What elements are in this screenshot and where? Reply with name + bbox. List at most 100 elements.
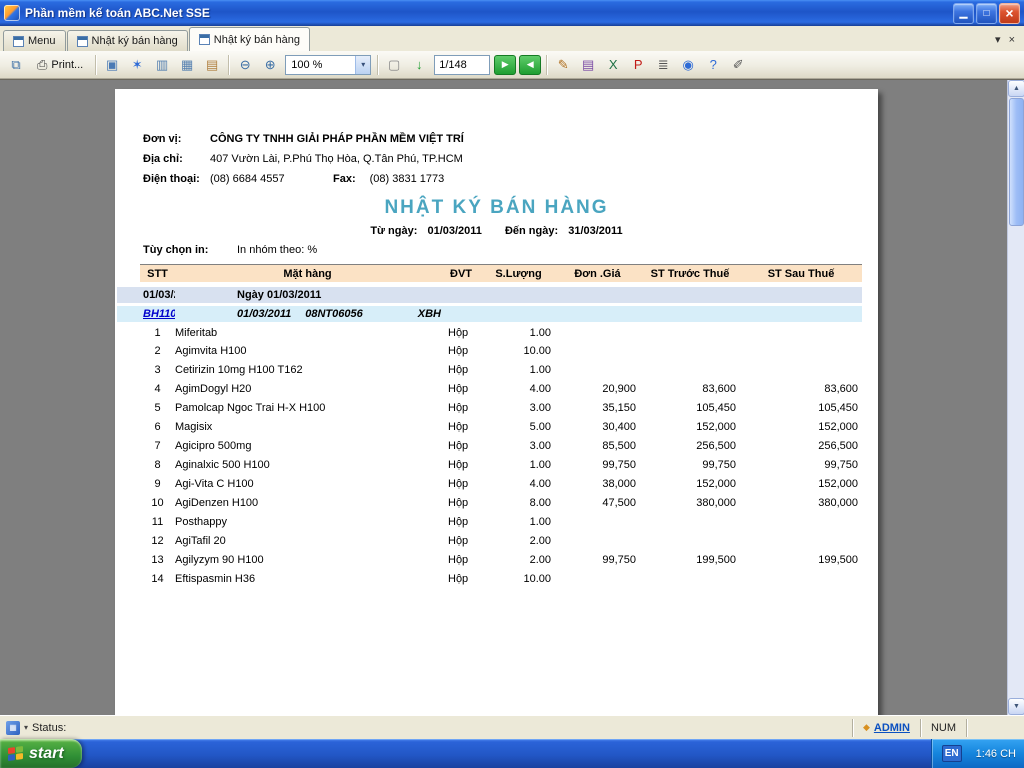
goto-page-button[interactable]: ↓: [407, 54, 431, 76]
item-qty: 1.00: [482, 361, 555, 380]
item-price: 35,150: [555, 399, 640, 418]
item-unit: Hộp: [440, 475, 482, 494]
item-qty: 2.00: [482, 551, 555, 570]
export-text-button[interactable]: ≣: [651, 54, 675, 76]
export-pdf-button[interactable]: P: [626, 54, 650, 76]
status-menu-arrow-icon[interactable]: ▾: [24, 723, 28, 732]
row-spacer: [117, 437, 140, 456]
tab-dropdown-button[interactable]: ▾: [995, 35, 1001, 46]
minimize-button[interactable]: ▁: [953, 3, 974, 24]
item-qty: 3.00: [482, 399, 555, 418]
company-address-line: Địa chỉ: 407 Vườn Lài, P.Phú Thọ Hòa, Q.…: [115, 149, 878, 169]
export-html-button[interactable]: ◉: [676, 54, 700, 76]
item-qty: 3.00: [482, 437, 555, 456]
item-qty: 10.00: [482, 342, 555, 361]
item-post-tax: 83,600: [740, 380, 862, 399]
row-spacer: [117, 361, 140, 380]
scrollbar-thumb[interactable]: [1009, 98, 1024, 226]
zoom-out-button[interactable]: ⊖: [233, 54, 257, 76]
export-excel-button[interactable]: X: [601, 54, 625, 76]
item-name: Pamolcap Ngoc Trai H-X H100: [175, 399, 440, 418]
title-bar: Phần mềm kế toán ABC.Net SSE ▁ □ ×: [0, 0, 1024, 26]
toolbar-separator: [546, 55, 547, 75]
copy-button[interactable]: ▣: [100, 54, 124, 76]
status-menu-icon[interactable]: ▦: [6, 721, 20, 735]
item-unit: Hộp: [440, 570, 482, 589]
zoom-in-button[interactable]: ⊕: [258, 54, 282, 76]
scroll-up-button[interactable]: ▲: [1008, 80, 1024, 97]
item-pre-tax: [640, 532, 740, 551]
tab-label: Nhật ký bán hàng: [92, 35, 178, 47]
taskbar: start EN 1:46 CH: [0, 739, 1024, 768]
maximize-button[interactable]: □: [976, 3, 997, 24]
item-price: [555, 532, 640, 551]
to-label: Đến ngày:: [505, 225, 558, 237]
row-spacer: [117, 456, 140, 475]
edit-button[interactable]: ✎: [551, 54, 575, 76]
item-unit: Hộp: [440, 399, 482, 418]
taskbar-clock: 1:46 CH: [976, 748, 1016, 760]
col-st-sau-thue: ST Sau Thuế: [740, 265, 862, 285]
page-background-button[interactable]: ▤: [200, 54, 224, 76]
item-stt: 1: [140, 323, 175, 342]
item-unit: Hộp: [440, 532, 482, 551]
item-row: 6MagisixHộp5.0030,400152,000152,000: [117, 418, 862, 437]
tab-nhat-ky-ban-hang-2[interactable]: Nhật ký bán hàng: [189, 27, 310, 51]
item-post-tax: [740, 361, 862, 380]
combo-dropdown-icon[interactable]: ▾: [355, 56, 370, 74]
snapshot-button[interactable]: ▢: [382, 54, 406, 76]
print-button[interactable]: ⎙Print...: [29, 54, 91, 76]
company-phone-line: Điện thoại: (08) 6684 4557 Fax: (08) 383…: [115, 169, 878, 189]
help-button[interactable]: ?: [701, 54, 725, 76]
close-button[interactable]: ×: [999, 3, 1020, 24]
prev-page-button[interactable]: ◀: [519, 55, 541, 75]
vertical-scrollbar[interactable]: ▲ ▼: [1007, 80, 1024, 715]
export-pdf-icon: P: [634, 58, 643, 71]
document-map-button[interactable]: ⧉: [4, 54, 28, 76]
item-pre-tax: [640, 513, 740, 532]
facing-pages-button[interactable]: ▥: [150, 54, 174, 76]
tab-nhat-ky-ban-hang-1[interactable]: Nhật ký bán hàng: [67, 30, 188, 51]
document-ref: 08NT06056: [305, 308, 363, 320]
item-post-tax: [740, 570, 862, 589]
item-unit: Hộp: [440, 513, 482, 532]
item-post-tax: [740, 323, 862, 342]
print-label: Print...: [51, 59, 83, 71]
report-viewer: Đơn vị: CÔNG TY TNHH GIẢI PHÁP PHẦN MỀM …: [0, 79, 1024, 715]
edit-page-button[interactable]: ✐: [726, 54, 750, 76]
row-spacer: [117, 570, 140, 589]
item-pre-tax: [640, 342, 740, 361]
report-toolbar: ⧉⎙Print...▣✶▥▦▤⊖⊕100 %▾▢↓▶◀✎▤XP≣◉?✐: [0, 51, 1024, 79]
tab-label: Nhật ký bán hàng: [214, 34, 300, 46]
num-lock-label: NUM: [931, 722, 956, 734]
application-window: Phần mềm kế toán ABC.Net SSE ▁ □ × Menu N…: [0, 0, 1024, 768]
customize-button[interactable]: ✶: [125, 54, 149, 76]
edit-icon: ✎: [558, 58, 569, 71]
item-post-tax: [740, 532, 862, 551]
tab-menu[interactable]: Menu: [3, 30, 66, 51]
item-stt: 8: [140, 456, 175, 475]
item-price: [555, 361, 640, 380]
close-icon: ×: [1005, 5, 1013, 21]
unit-value: CÔNG TY TNHH GIẢI PHÁP PHẦN MỀM VIỆT TRÍ: [210, 129, 464, 149]
admin-label[interactable]: ADMIN: [874, 722, 910, 734]
zoom-combo[interactable]: 100 %▾: [285, 55, 371, 75]
next-page-button[interactable]: ▶: [494, 55, 516, 75]
row-spacer: [117, 342, 140, 361]
multiple-pages-button[interactable]: ▦: [175, 54, 199, 76]
item-pre-tax: 105,450: [640, 399, 740, 418]
language-indicator[interactable]: EN: [942, 745, 962, 762]
row-spacer: [117, 380, 140, 399]
start-button[interactable]: start: [0, 739, 82, 768]
col-mat-hang: Mặt hàng: [175, 265, 440, 285]
item-stt: 4: [140, 380, 175, 399]
item-unit: Hộp: [440, 361, 482, 380]
document-link[interactable]: BH1103/00001: [143, 308, 175, 320]
bookmarks-button[interactable]: ▤: [576, 54, 600, 76]
page-number-input[interactable]: [434, 55, 490, 75]
item-row: 13Agilyzym 90 H100Hộp2.0099,750199,50019…: [117, 551, 862, 570]
tab-close-button[interactable]: ×: [1009, 35, 1015, 46]
item-name: Magisix: [175, 418, 440, 437]
item-price: [555, 513, 640, 532]
scroll-down-button[interactable]: ▼: [1008, 698, 1024, 715]
